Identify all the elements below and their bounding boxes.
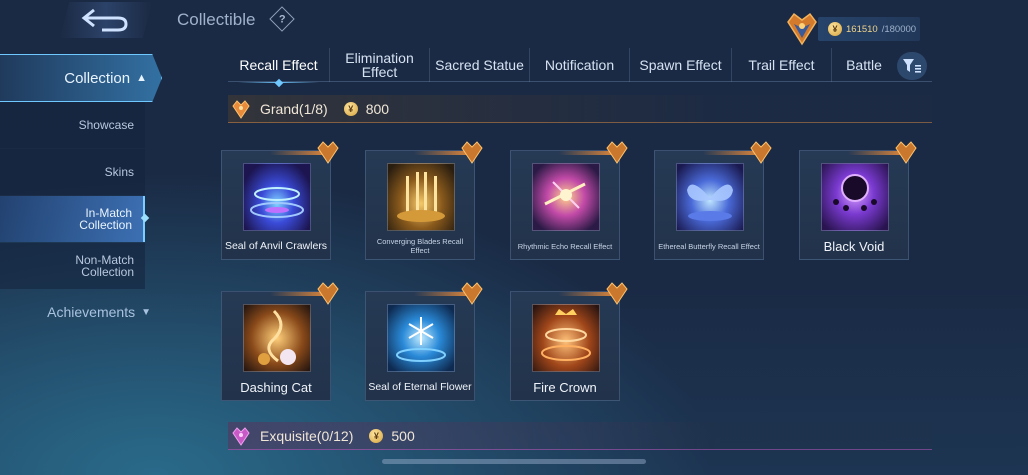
grand-badge-icon (317, 282, 339, 305)
page-title: Collectible (177, 10, 256, 29)
points-current: 161510 (846, 23, 878, 35)
sidebar-item-skins[interactable]: Skins (0, 149, 145, 195)
tab-battle[interactable]: Battle (832, 48, 896, 82)
grand-badge-icon (895, 141, 917, 164)
exquisite-tier-icon (232, 426, 250, 446)
filter-button[interactable] (897, 52, 927, 80)
grand-tier-icon (232, 99, 250, 119)
grand-badge-icon (606, 282, 628, 305)
converging-blades-thumbnail (387, 163, 455, 231)
sidebar: Collection ▲ Showcase Skins In-Match Col… (0, 50, 165, 350)
ethereal-butterfly-thumbnail (676, 163, 744, 231)
item-name: Seal of Eternal Flower (368, 380, 472, 393)
item-name: Black Void (823, 238, 885, 254)
points-max: /180000 (881, 23, 917, 35)
item-name: Ethereal Butterfly Recall Effect (658, 241, 760, 251)
grand-section-header: Grand(1/8) ¥ 800 (228, 95, 932, 123)
exquisite-section-header: Exquisite(0/12) ¥ 500 (228, 422, 932, 450)
sidebar-item-non-match-collection[interactable]: Non-Match Collection (0, 243, 145, 289)
back-arrow-icon (81, 8, 128, 32)
collectible-card[interactable]: Converging Blades Recall Effect (365, 141, 483, 260)
grand-badge-icon (317, 141, 339, 164)
collectible-card[interactable]: Rhythmic Echo Recall Effect (510, 141, 628, 260)
sidebar-item-showcase[interactable]: Showcase (0, 102, 145, 148)
tab-notification[interactable]: Notification (530, 47, 630, 82)
item-name: Converging Blades Recall Effect (376, 237, 464, 255)
grand-badge-icon (461, 141, 483, 164)
collectible-card[interactable]: Fire Crown (510, 282, 628, 401)
item-name: Seal of Anvil Crawlers (224, 239, 328, 252)
coin-icon: ¥ (828, 22, 842, 36)
fire-crown-thumbnail (532, 304, 600, 372)
tab-trail-effect[interactable]: Trail Effect (732, 47, 832, 82)
grand-badge-icon (750, 141, 772, 164)
help-icon[interactable]: ? (269, 6, 295, 32)
grand-cost: 800 (365, 100, 390, 117)
tab-elimination-effect[interactable]: Elimination Effect (330, 47, 430, 82)
coin-icon: ¥ (369, 428, 384, 443)
category-tabs: Recall Effect Elimination Effect Sacred … (228, 47, 932, 83)
filter-icon (903, 59, 921, 73)
chevron-up-icon: ▲ (136, 72, 147, 84)
collectible-card[interactable]: Seal of Anvil Crawlers (221, 141, 339, 260)
grand-badge-icon (606, 141, 628, 164)
tab-sacred-statue[interactable]: Sacred Statue (430, 47, 530, 82)
tab-spawn-effect[interactable]: Spawn Effect (630, 47, 732, 82)
rank-emblem-icon (787, 12, 817, 46)
seal-of-eternal-flower-thumbnail (387, 304, 455, 372)
back-button[interactable] (60, 2, 152, 38)
item-name: Dashing Cat (240, 379, 312, 395)
tab-recall-effect[interactable]: Recall Effect (228, 47, 330, 83)
item-name: Fire Crown (533, 379, 597, 395)
sidebar-item-in-match-collection[interactable]: In-Match Collection (0, 196, 145, 242)
sidebar-achievements[interactable]: Achievements ▼ (0, 297, 155, 327)
grand-badge-icon (461, 282, 483, 305)
collectible-card[interactable]: Seal of Eternal Flower (365, 282, 483, 401)
rhythmic-echo-thumbnail (532, 163, 600, 231)
sidebar-collection[interactable]: Collection ▲ (0, 54, 162, 102)
chevron-down-icon: ▼ (141, 306, 151, 318)
collectible-card[interactable]: Dashing Cat (221, 282, 339, 401)
black-void-thumbnail (821, 163, 889, 231)
dashing-cat-thumbnail (243, 304, 311, 372)
coin-icon: ¥ (343, 101, 358, 116)
scroll-indicator[interactable] (382, 459, 646, 464)
seal-of-anvil-crawlers-thumbnail (243, 163, 311, 231)
exquisite-cost: 500 (391, 427, 415, 444)
collection-points: ¥ 161510/180000 (818, 17, 920, 41)
collectible-card[interactable]: Ethereal Butterfly Recall Effect (654, 141, 772, 260)
item-name: Rhythmic Echo Recall Effect (517, 241, 613, 251)
collectible-card[interactable]: Black Void (799, 141, 917, 260)
